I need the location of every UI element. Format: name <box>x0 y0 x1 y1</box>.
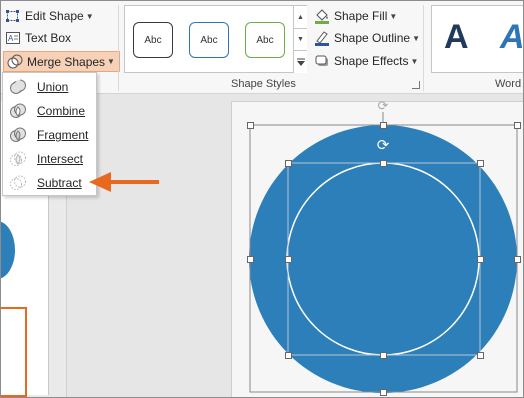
rotate-handle-inner-icon[interactable]: ⟳ <box>374 138 392 154</box>
resize-handle-w[interactable] <box>247 256 254 263</box>
inner-resize-handle-se[interactable] <box>477 352 484 359</box>
rotate-handle-outer-icon[interactable]: ⟳ <box>375 99 391 113</box>
inner-resize-handle-n[interactable] <box>380 160 387 167</box>
intersect-icon <box>9 150 27 168</box>
menu-item-label: Intersect <box>37 152 84 166</box>
resize-handle-e[interactable] <box>514 256 521 263</box>
fragment-icon <box>9 126 27 144</box>
inner-resize-handle-sw[interactable] <box>285 352 292 359</box>
menu-item-combine[interactable]: Combine <box>3 99 96 123</box>
combine-icon <box>9 102 27 120</box>
resize-handle-n[interactable] <box>380 122 387 129</box>
menu-item-union[interactable]: Union <box>3 75 96 99</box>
subtract-icon <box>9 174 27 192</box>
inner-resize-handle-nw[interactable] <box>285 160 292 167</box>
menu-item-fragment[interactable]: Fragment <box>3 123 96 147</box>
inner-resize-handle-ne[interactable] <box>477 160 484 167</box>
shapes-layer <box>249 112 518 393</box>
resize-handle-s[interactable] <box>380 389 387 396</box>
resize-handle-nw[interactable] <box>247 122 254 129</box>
menu-item-subtract[interactable]: Subtract <box>3 171 96 195</box>
inner-resize-handle-e[interactable] <box>477 256 484 263</box>
menu-item-label: Union <box>37 80 69 94</box>
menu-item-label: Combine <box>37 104 86 118</box>
inner-resize-handle-s[interactable] <box>380 352 387 359</box>
menu-item-label: Fragment <box>37 128 89 142</box>
app-window: Edit Shape ▼ A Text Box Merge Shapes ▼ A… <box>0 0 524 398</box>
merge-shapes-menu: Union Combine Fragment Intersect Subtrac… <box>2 72 97 196</box>
menu-item-label: Subtract <box>37 176 82 190</box>
inner-resize-handle-w[interactable] <box>285 256 292 263</box>
union-icon <box>9 78 27 96</box>
resize-handle-ne[interactable] <box>514 122 521 129</box>
menu-item-intersect[interactable]: Intersect <box>3 147 96 171</box>
